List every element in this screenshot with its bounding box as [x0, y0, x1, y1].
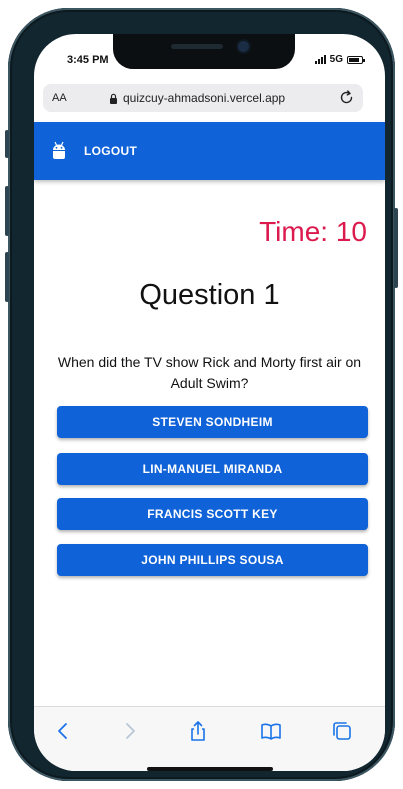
- timer-text: Time: 10: [259, 216, 367, 247]
- mute-switch: [5, 130, 9, 158]
- battery-icon: [347, 55, 365, 64]
- signal-icon: [314, 55, 326, 64]
- front-camera: [238, 41, 249, 52]
- volume-down-button: [5, 252, 9, 302]
- url-display[interactable]: quizcuy-ahmadsoni.vercel.app: [109, 91, 285, 105]
- status-time: 3:45 PM: [67, 54, 109, 66]
- lock-icon: [110, 93, 117, 104]
- volume-up-button: [5, 186, 9, 236]
- answer-button-1[interactable]: STEVEN SONDHEIM: [57, 406, 368, 438]
- tabs-icon[interactable]: [331, 720, 353, 742]
- android-icon: [53, 141, 65, 159]
- back-icon[interactable]: [52, 720, 74, 742]
- forward-icon[interactable]: [119, 720, 141, 742]
- answer-button-4[interactable]: JOHN PHILLIPS SOUSA: [57, 544, 368, 576]
- speaker: [171, 44, 223, 49]
- answer-button-2[interactable]: LIN-MANUEL MIRANDA: [57, 453, 368, 485]
- app-bar: LOGOUT: [34, 122, 385, 180]
- network-label: 5G: [329, 54, 343, 65]
- notch: [113, 34, 295, 69]
- status-indicators: 5G: [314, 54, 365, 65]
- logout-button[interactable]: LOGOUT: [84, 144, 137, 158]
- address-bar[interactable]: AA quizcuy-ahmadsoni.vercel.app: [43, 84, 363, 112]
- question-title: Question 1: [139, 279, 280, 311]
- screen: 3:45 PM 5G AA quizcuy-ahmadsoni.vercel.a…: [34, 34, 385, 771]
- bookmarks-icon[interactable]: [260, 720, 282, 742]
- share-icon[interactable]: [187, 720, 209, 742]
- answer-button-3[interactable]: FRANCIS SCOTT KEY: [57, 498, 368, 530]
- phone-frame: 3:45 PM 5G AA quizcuy-ahmadsoni.vercel.a…: [5, 8, 398, 781]
- reader-aa-button[interactable]: AA: [52, 92, 67, 104]
- home-indicator: [147, 767, 273, 771]
- browser-toolbar: [34, 706, 385, 771]
- reload-icon[interactable]: [338, 89, 355, 106]
- url-text: quizcuy-ahmadsoni.vercel.app: [123, 91, 286, 105]
- question-text: When did the TV show Rick and Morty firs…: [57, 354, 362, 391]
- power-button: [394, 208, 398, 288]
